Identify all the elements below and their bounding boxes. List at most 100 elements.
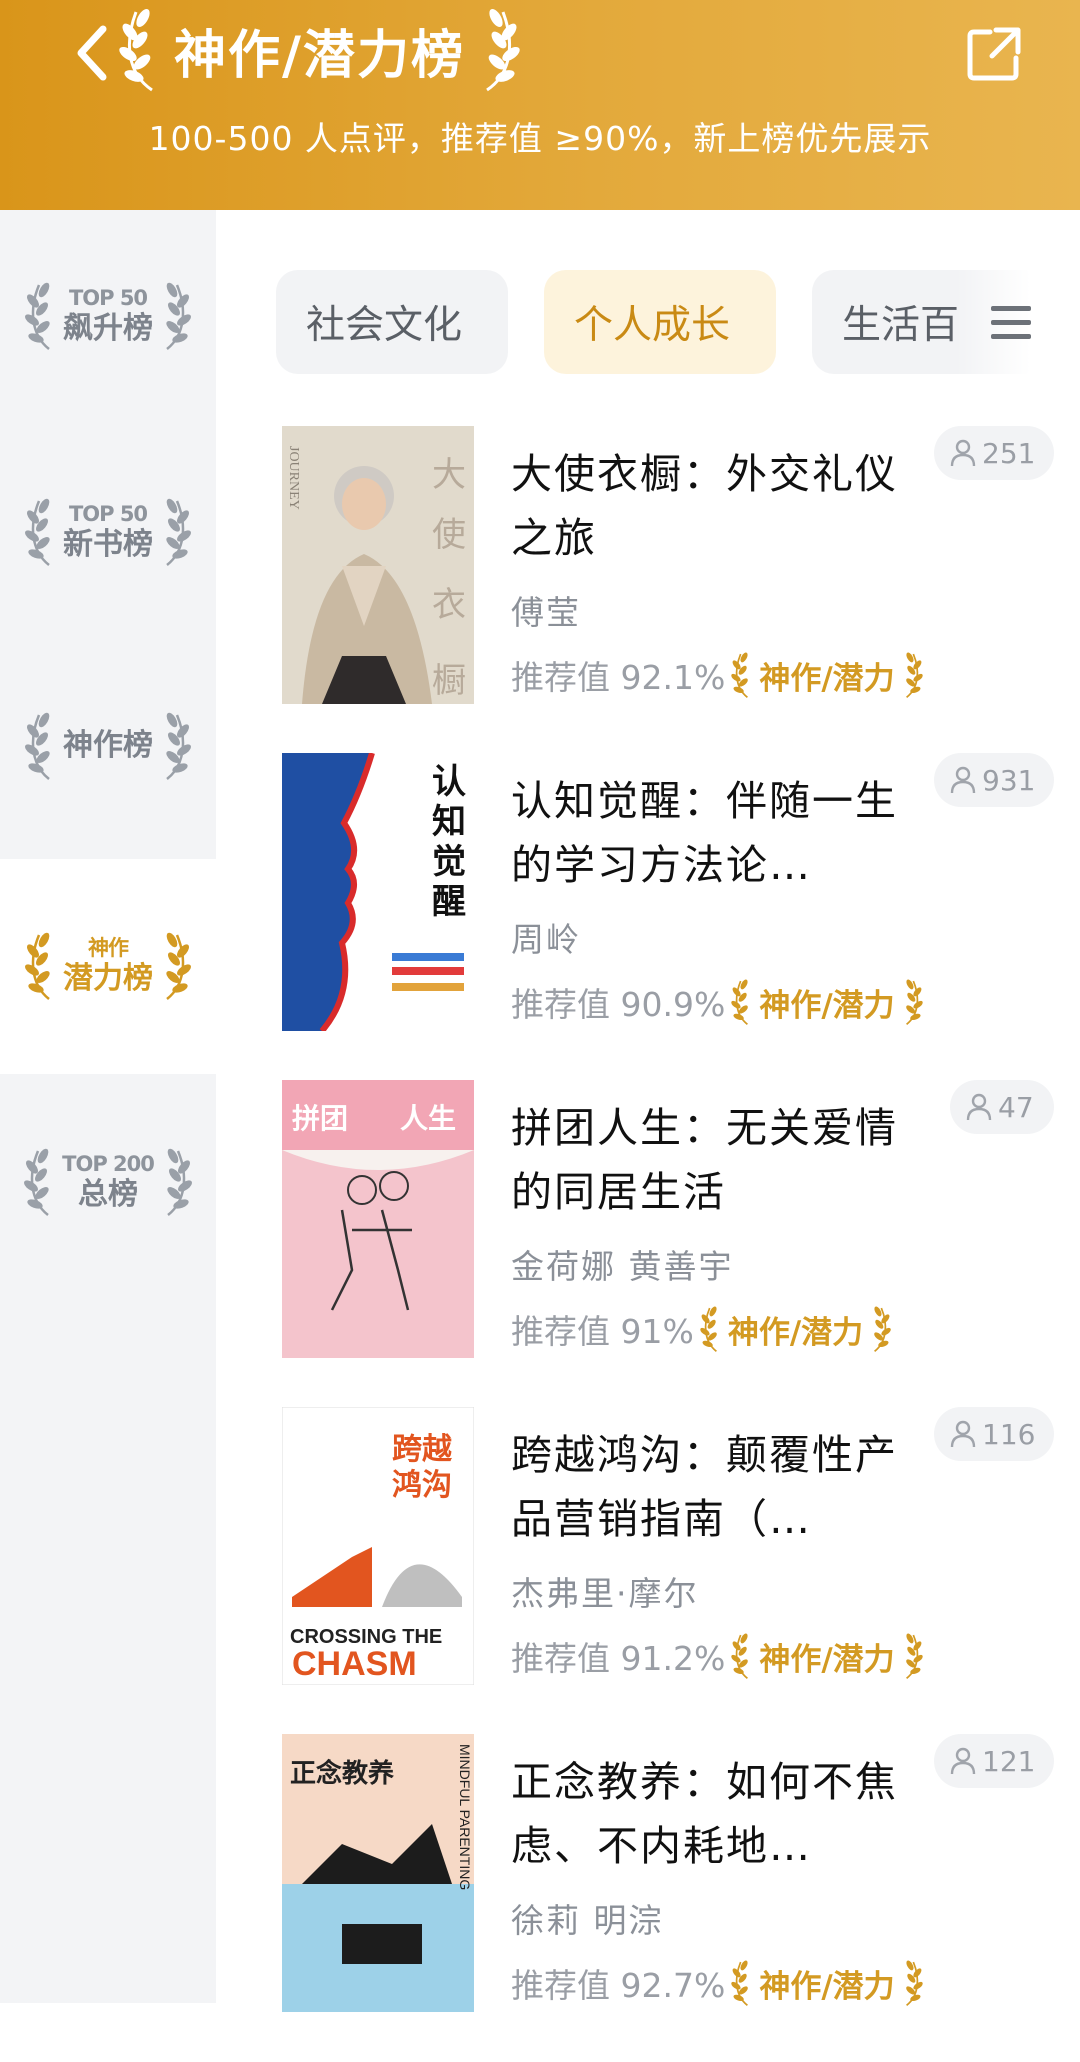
- tab-label: 社会文化: [306, 303, 463, 348]
- review-count-value: 121: [982, 1744, 1036, 1778]
- book-recommend: 推荐值 92.7% 神作/潜力: [511, 1958, 925, 2008]
- share-icon: [967, 27, 1021, 81]
- recommend-value: 推荐值 92.1%: [511, 658, 726, 697]
- review-count-value: 47: [998, 1090, 1034, 1124]
- book-cover-art: 跨越 鸿沟 CROSSING THE CHASM: [282, 1407, 474, 1685]
- book-recommend: 推荐值 92.1% 神作/潜力: [511, 650, 925, 700]
- laurel-left-icon: [731, 652, 749, 698]
- laurel-left-icon: [731, 979, 749, 1025]
- laurel-right-icon: [905, 1960, 923, 2006]
- sidebar-item-tag: TOP 200: [62, 1152, 155, 1176]
- book-author: 金荷娜 黄善宇: [511, 1247, 734, 1286]
- book-cover[interactable]: 跨越 鸿沟 CROSSING THE CHASM: [282, 1407, 474, 1685]
- sidebar-item-3[interactable]: 神作榜: [0, 640, 216, 852]
- header: 神作/潜力榜 100-500 人点评，推荐值 ≥90%，新上榜优先展示: [0, 0, 1080, 210]
- review-count: 116: [934, 1407, 1054, 1461]
- book-title[interactable]: 拼团人生：无关爱情的同居生活: [511, 1096, 931, 1224]
- book-cover-art: 正念教养 MINDFUL PARENTING: [282, 1734, 474, 2012]
- laurel-right-icon: [874, 1306, 891, 1352]
- sidebar-item-label: 潜力榜: [63, 961, 153, 996]
- sidebar-item-4[interactable]: 神作 潜力榜: [0, 858, 216, 1074]
- book-cover[interactable]: 拼团 人生: [282, 1080, 474, 1358]
- book-author: 周岭: [511, 920, 581, 959]
- book-row[interactable]: 跨越 鸿沟 CROSSING THE CHASM 跨越鸿沟：颠覆性产品营销指南（…: [216, 1407, 1080, 1735]
- sidebar-badge: TOP 200 总榜: [24, 1145, 192, 1219]
- svg-text:人生: 人生: [400, 1102, 456, 1135]
- svg-text:觉: 觉: [432, 842, 466, 882]
- laurel-left-icon: [25, 712, 50, 780]
- sidebar-item-2[interactable]: TOP 50 新书榜: [0, 426, 216, 638]
- laurel-right-icon: [905, 1633, 923, 1679]
- svg-text:知: 知: [432, 802, 466, 842]
- header-title-group: 神作/潜力榜: [118, 0, 521, 100]
- sidebar-badge: TOP 50 飙升榜: [25, 279, 191, 353]
- laurel-left-icon: [731, 1960, 749, 2006]
- laurel-left-icon: [700, 1306, 717, 1352]
- laurel-left-icon: [119, 8, 153, 92]
- recommend-value: 推荐值 91%: [511, 1312, 694, 1351]
- svg-text:衣: 衣: [432, 585, 466, 625]
- svg-text:认: 认: [432, 762, 466, 802]
- user-icon: [950, 1747, 976, 1775]
- book-author: 杰弗里·摩尔: [511, 1574, 699, 1613]
- tab-label: 生活百: [842, 303, 960, 348]
- book-row[interactable]: 认 知 觉 醒 认知觉醒：伴随一生的学习方法论… 周岭 推荐值 90.9% 神作…: [216, 753, 1080, 1081]
- user-icon: [966, 1093, 992, 1121]
- svg-text:CHASM: CHASM: [292, 1645, 417, 1683]
- book-row[interactable]: 正念教养 MINDFUL PARENTING 正念教养：如何不焦虑、不内耗地… …: [216, 1734, 1080, 2062]
- sidebar-badge: TOP 50 新书榜: [25, 495, 191, 569]
- book-title[interactable]: 认知觉醒：伴随一生的学习方法论…: [511, 769, 931, 897]
- back-button[interactable]: [62, 18, 122, 88]
- tab-personal-growth[interactable]: 个人成长: [544, 270, 776, 374]
- sidebar-item-tag: TOP 50: [68, 286, 148, 310]
- book-cover-art: 认 知 觉 醒: [282, 753, 474, 1031]
- sidebar-badge: 神作 潜力榜: [25, 929, 191, 1003]
- sidebar-item-label: 神作榜: [63, 728, 153, 763]
- sidebar-item-label: 新书榜: [63, 527, 153, 562]
- review-count-value: 931: [982, 763, 1036, 797]
- book-cover-art: 拼团 人生: [282, 1080, 474, 1358]
- tab-label: 个人成长: [574, 303, 731, 348]
- chevron-left-icon: [77, 25, 107, 81]
- menu-icon: [991, 306, 1031, 339]
- book-cover[interactable]: JOURNEY 大 使 衣 橱: [282, 426, 474, 704]
- svg-text:MINDFUL PARENTING: MINDFUL PARENTING: [457, 1744, 473, 1890]
- book-title[interactable]: 大使衣橱：外交礼仪之旅: [511, 442, 931, 570]
- laurel-right-icon: [166, 282, 191, 350]
- book-cover[interactable]: 正念教养 MINDFUL PARENTING: [282, 1734, 474, 2012]
- sidebar-item-label: 总榜: [78, 1177, 138, 1212]
- book-row[interactable]: 拼团 人生 拼团人生：无关爱情的同居生活 金荷娜 黄善宇 推荐值 91% 神作/…: [216, 1080, 1080, 1408]
- laurel-right-icon: [166, 712, 191, 780]
- review-count-value: 251: [982, 436, 1036, 470]
- svg-text:大: 大: [432, 455, 466, 495]
- sidebar-item-1[interactable]: TOP 50 飙升榜: [0, 210, 216, 422]
- book-row[interactable]: JOURNEY 大 使 衣 橱 大使衣橱：外交礼仪之旅 傅莹 推荐值 92.1%…: [216, 426, 1080, 754]
- review-count-value: 116: [982, 1417, 1036, 1451]
- category-menu-button[interactable]: [981, 298, 1041, 348]
- recommend-value: 推荐值 91.2%: [511, 1639, 726, 1678]
- user-icon: [950, 766, 976, 794]
- sidebar-item-label: 飙升榜: [63, 311, 153, 346]
- svg-text:JOURNEY: JOURNEY: [286, 446, 301, 510]
- masterpiece-badge: 神作/潜力: [729, 1631, 924, 1681]
- laurel-right-icon: [167, 1148, 192, 1216]
- badge-label: 神作/潜力: [727, 1314, 864, 1351]
- sidebar-item-5[interactable]: TOP 200 总榜: [0, 1076, 216, 1288]
- book-author: 徐莉 明淙: [511, 1901, 664, 1940]
- recommend-value: 推荐值 90.9%: [511, 985, 726, 1024]
- sidebar-item-tag: TOP 50: [68, 502, 148, 526]
- laurel-right-icon: [905, 652, 923, 698]
- share-button[interactable]: [960, 20, 1028, 88]
- laurel-left-icon: [731, 1633, 749, 1679]
- book-author: 傅莹: [511, 593, 581, 632]
- book-recommend: 推荐值 91% 神作/潜力: [511, 1304, 893, 1354]
- book-title[interactable]: 跨越鸿沟：颠覆性产品营销指南（…: [511, 1423, 931, 1551]
- laurel-right-icon: [905, 979, 923, 1025]
- svg-text:正念教养: 正念教养: [290, 1758, 394, 1789]
- header-subtitle: 100-500 人点评，推荐值 ≥90%，新上榜优先展示: [148, 119, 932, 158]
- tab-social-culture[interactable]: 社会文化: [276, 270, 508, 374]
- book-cover[interactable]: 认 知 觉 醒: [282, 753, 474, 1031]
- book-title[interactable]: 正念教养：如何不焦虑、不内耗地…: [511, 1750, 931, 1878]
- user-icon: [950, 439, 976, 467]
- book-recommend: 推荐值 91.2% 神作/潜力: [511, 1631, 925, 1681]
